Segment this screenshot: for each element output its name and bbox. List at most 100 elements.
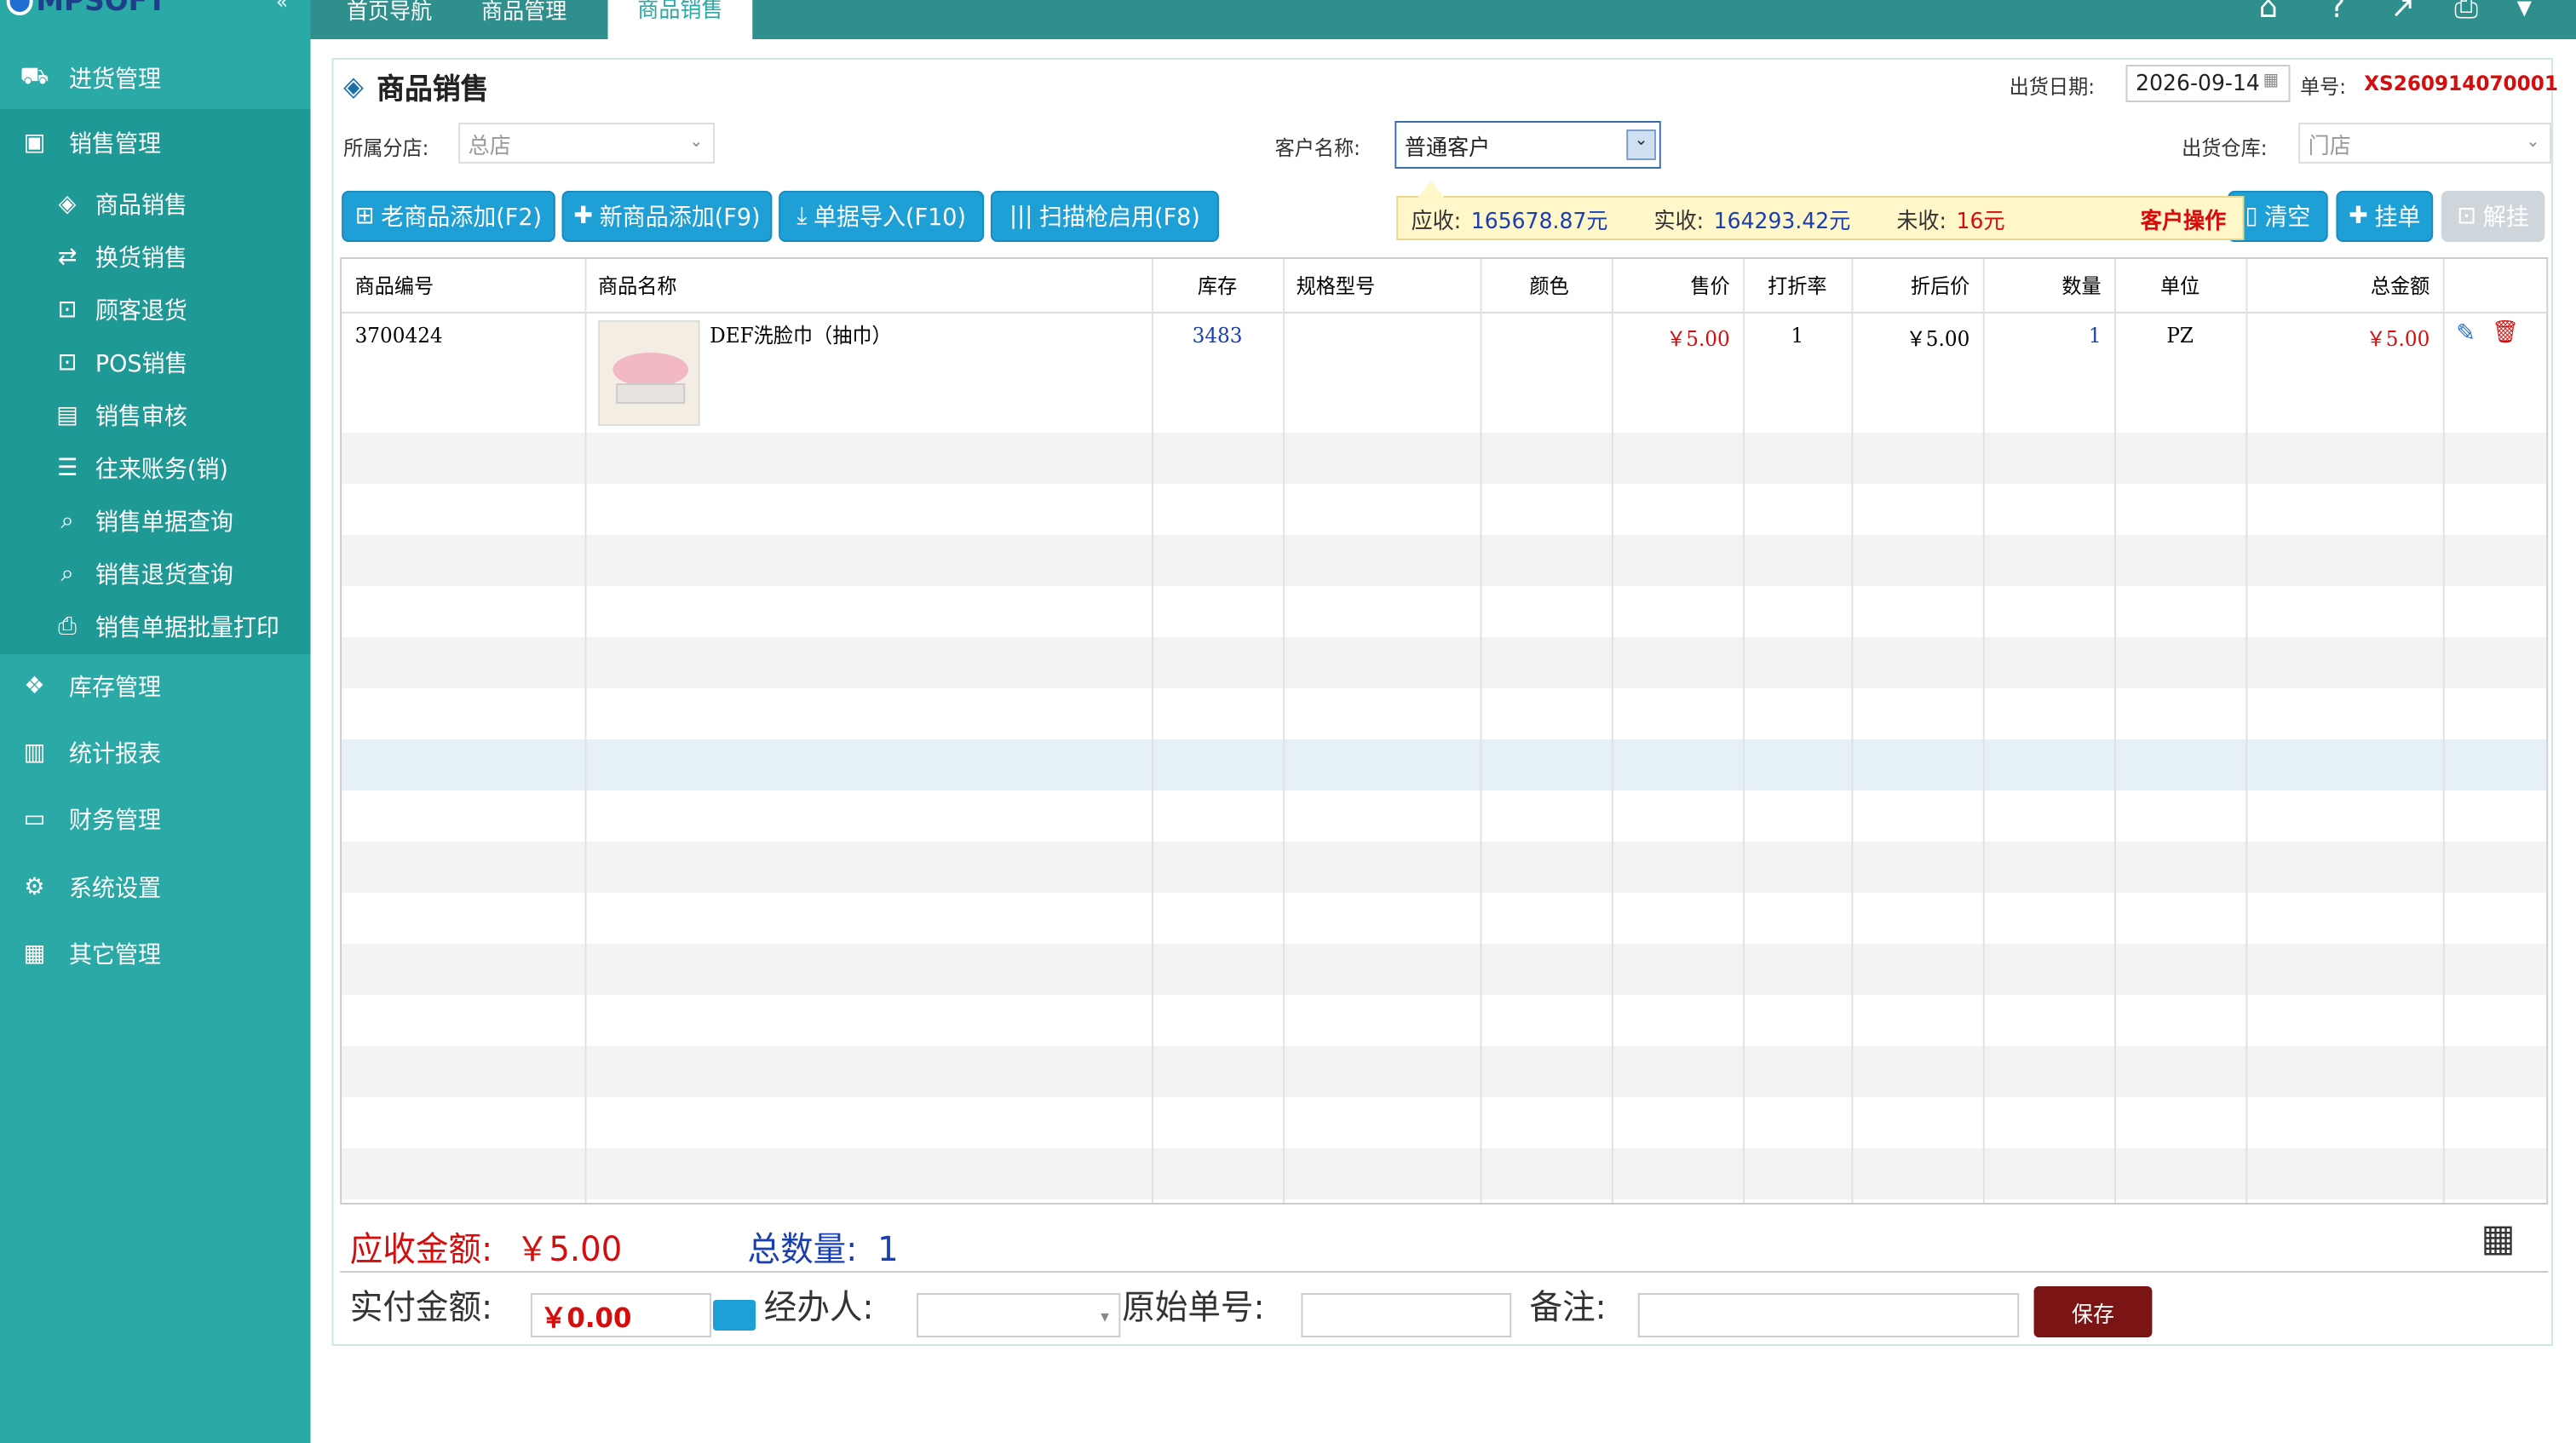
cart-icon: ⊡	[2457, 203, 2477, 230]
received-label: 实收:	[1653, 209, 1705, 234]
barcode-icon: |||	[1009, 203, 1033, 230]
order-no-label: 单号:	[2299, 75, 2347, 99]
grid-icon: ▦	[23, 940, 46, 968]
calendar-icon[interactable]: ▦	[2263, 72, 2279, 90]
sidebar-item-settings[interactable]: ⚙ 系统设置	[0, 855, 310, 920]
save-button[interactable]: 保存	[2033, 1286, 2153, 1337]
store-icon[interactable]: ⌂	[2259, 0, 2278, 26]
hold-order-button[interactable]: ✚ 挂单	[2336, 191, 2434, 242]
unhold-order-button[interactable]: ⊡ 解挂	[2441, 191, 2545, 242]
new-product-add-button[interactable]: ✚ 新商品添加(F9)	[561, 191, 773, 242]
sidebar-sub-pos[interactable]: ⊡ POS销售	[0, 336, 310, 388]
cart-icon: ⊡	[57, 348, 78, 376]
table-row	[342, 688, 2546, 739]
page-title-text: 商品销售	[377, 73, 489, 107]
sidebar-item-reports[interactable]: ▥ 统计报表	[0, 721, 310, 785]
customer-label: 客户名称:	[1274, 136, 1360, 160]
col-divider	[1851, 259, 1854, 1203]
price-value: ￥5.00	[1666, 327, 1730, 351]
chevron-down-icon[interactable]: ⌄	[1626, 129, 1656, 160]
calculator-grid-icon[interactable]: ▦	[2481, 1218, 2516, 1261]
button-label: 新商品添加(F9)	[599, 204, 761, 232]
sidebar-sub-product-sales[interactable]: ◈ 商品销售	[0, 177, 310, 230]
branch-select[interactable]: 总店 ⌄	[458, 123, 715, 164]
col-divider	[1283, 259, 1285, 1203]
sidebar-sub-return-query[interactable]: ⌕ 销售退货查询	[0, 547, 310, 600]
sidebar-item-inventory[interactable]: ❖ 库存管理	[0, 654, 310, 719]
old-product-add-button[interactable]: ⊞ 老商品添加(F2)	[342, 191, 555, 242]
amount-due-value: ￥5.00	[515, 1228, 623, 1269]
col-divider	[1982, 259, 1985, 1203]
table-row	[342, 944, 2547, 995]
button-label: 扫描枪启用(F8)	[1039, 204, 1200, 232]
warehouse-select[interactable]: 门店 ⌄	[2298, 123, 2552, 164]
col-header: 折后价	[1910, 274, 1970, 298]
credit-card-icon[interactable]	[712, 1300, 756, 1331]
help-icon[interactable]: ?	[2330, 0, 2345, 26]
original-no-input[interactable]	[1301, 1293, 1512, 1337]
sidebar: MPSOFT « ⛟ 进货管理 ▣ 销售管理 ◈ 商品销售 ⇄ 换货销售 ⊡ 顾客退货…	[0, 0, 311, 1443]
sidebar-sub-label: POS销售	[95, 350, 188, 377]
table-row	[342, 739, 2547, 790]
cubes-icon: ❖	[24, 673, 45, 700]
gears-icon: ⚙	[24, 874, 45, 901]
customer-select[interactable]: 普通客户 ⌄	[1394, 121, 1661, 169]
chevron-down-icon: ▾	[1101, 1308, 1109, 1327]
chevron-down-icon: ⌄	[689, 133, 704, 152]
tab-product-management[interactable]: 商品管理	[462, 0, 587, 29]
exchange-icon: ⇄	[57, 243, 78, 270]
collapse-sidebar-icon[interactable]: «	[276, 0, 288, 14]
sidebar-item-sales[interactable]: ▣ 销售管理	[0, 109, 310, 177]
top-tab-bar: 首页导航 商品管理 商品销售 ⌂ ? ↗ ⎙ ▾	[310, 0, 2576, 39]
col-header: 售价	[1690, 274, 1730, 298]
summary-bar: 应收金额: ￥5.00 总数量: 1 ▦	[340, 1204, 2549, 1273]
order-number: XS260914070001	[2364, 72, 2558, 95]
outstanding-value: 16元	[1956, 209, 2005, 234]
customer-operation-link[interactable]: 客户操作	[2141, 202, 2226, 234]
sidebar-sub-label: 往来账务(销)	[95, 456, 228, 483]
plus-icon: ✚	[573, 203, 594, 230]
warehouse-label: 出货仓库:	[2182, 136, 2268, 160]
sidebar-sub-accounts[interactable]: ☰ 往来账务(销)	[0, 441, 310, 494]
total-quantity-value: 1	[877, 1228, 899, 1269]
note-input[interactable]	[1637, 1293, 2020, 1337]
tab-product-sales[interactable]: 商品销售	[607, 0, 753, 39]
table-row	[342, 1097, 2546, 1148]
table-row	[342, 995, 2546, 1046]
edit-pencil-icon[interactable]: ✎	[2456, 320, 2475, 348]
import-order-button[interactable]: ⤓ 单据导入(F10)	[779, 191, 985, 242]
delete-trash-icon[interactable]: 🗑	[2492, 320, 2519, 346]
export-icon[interactable]: ↗	[2390, 0, 2415, 26]
col-divider	[584, 259, 587, 1203]
handler-select[interactable]: ▾	[917, 1293, 1121, 1337]
sidebar-item-label: 系统设置	[68, 876, 161, 903]
logo-text: MPSOFT	[36, 0, 167, 19]
quantity-value[interactable]: 1	[1983, 313, 2114, 433]
stock-value: 3483	[1192, 324, 1243, 348]
paid-amount-input[interactable]: ￥0.00	[530, 1293, 712, 1337]
print-icon[interactable]: ⎙	[2454, 0, 2478, 26]
app-logo: MPSOFT	[6, 0, 167, 20]
sidebar-item-label: 财务管理	[68, 808, 161, 835]
sidebar-sub-exchange[interactable]: ⇄ 换货销售	[0, 230, 310, 283]
sidebar-sub-order-query[interactable]: ⌕ 销售单据查询	[0, 494, 310, 547]
sidebar-item-other[interactable]: ▦ 其它管理	[0, 922, 310, 986]
sidebar-item-finance[interactable]: ▭ 财务管理	[0, 787, 310, 852]
sidebar-sub-return[interactable]: ⊡ 顾客退货	[0, 283, 310, 336]
branch-label: 所属分店:	[343, 136, 429, 160]
warehouse-value: 门店	[2308, 134, 2351, 159]
sidebar-sub-audit[interactable]: ▤ 销售审核	[0, 388, 310, 441]
table-row	[342, 893, 2546, 944]
ship-date-input[interactable]: 2026-09-14 ▦	[2125, 65, 2291, 102]
sidebar-item-label: 库存管理	[68, 675, 161, 702]
chevron-down-icon[interactable]: ▾	[2517, 0, 2532, 26]
table-row[interactable]: 3700424 DEF洗脸巾（抽巾） 3483 ￥5.00 1 ￥5.00 1 …	[342, 313, 2546, 433]
sidebar-sub-label: 顾客退货	[95, 297, 187, 325]
table-row	[342, 790, 2546, 842]
search-icon: ⌕	[60, 507, 74, 534]
sidebar-item-purchase[interactable]: ⛟ 进货管理	[0, 48, 310, 109]
scanner-enable-button[interactable]: ||| 扫描枪启用(F8)	[990, 191, 1219, 242]
sidebar-sub-batch-print[interactable]: ⎙ 销售单据批量打印	[0, 600, 310, 653]
trash-icon: ▯	[2245, 203, 2258, 230]
tab-home[interactable]: 首页导航	[324, 0, 455, 29]
